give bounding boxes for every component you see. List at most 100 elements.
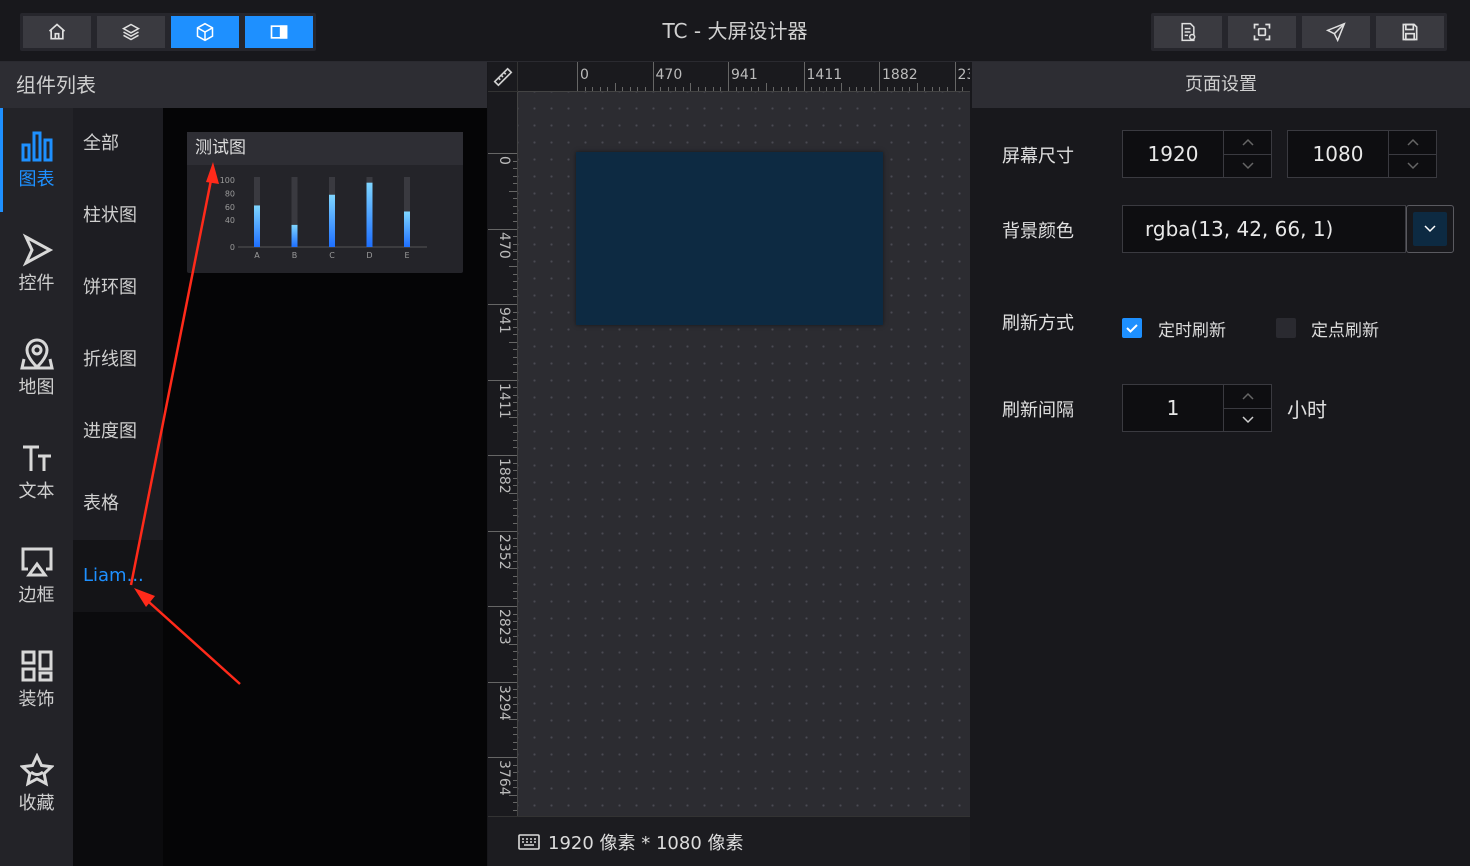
timed-refresh-checkbox[interactable] <box>1122 318 1142 338</box>
decrement-button[interactable] <box>1224 407 1271 432</box>
ruler-minor-tick <box>513 613 517 615</box>
ruler-minor-tick <box>750 87 752 91</box>
component-card-test[interactable]: 测试图 100 80 60 40 0 A B C D E <box>187 132 463 273</box>
component-button[interactable] <box>171 16 239 48</box>
save-button[interactable] <box>1376 16 1444 48</box>
ruler-minor-tick <box>705 87 707 91</box>
ruler-minor-tick <box>788 87 790 91</box>
ruler-minor-tick <box>513 205 517 207</box>
ruler-minor-tick <box>894 87 896 91</box>
ruler-minor-tick <box>599 87 601 91</box>
status-bar: 1920 像素 * 1080 像素 <box>488 816 970 866</box>
category-chart[interactable]: 图表 <box>0 108 73 212</box>
ruler-minor-tick <box>946 87 948 91</box>
subcategory-table[interactable]: 表格 <box>73 468 163 540</box>
preview-y-tick-label: 40 <box>225 216 235 225</box>
publish-button[interactable] <box>1302 16 1370 48</box>
screen-preview[interactable] <box>576 152 883 325</box>
category-border[interactable]: 边框 <box>0 524 73 628</box>
ruler-minor-tick <box>513 590 517 592</box>
increment-button[interactable] <box>1389 131 1436 154</box>
ruler-minor-tick <box>513 198 517 200</box>
screen-height-input[interactable]: 1080 <box>1287 130 1437 178</box>
ruler-minor-tick <box>509 719 517 721</box>
category-control[interactable]: 控件 <box>0 212 73 316</box>
preview-bar <box>404 211 410 247</box>
ruler-minor-tick <box>513 741 517 743</box>
refresh-interval-input[interactable]: 1 <box>1122 384 1272 432</box>
ruler-minor-tick <box>513 258 517 260</box>
decrement-button[interactable] <box>1224 153 1271 178</box>
ruler-minor-tick <box>780 87 782 91</box>
ruler-minor-tick <box>513 651 517 653</box>
subcategory-line[interactable]: 折线图 <box>73 324 163 396</box>
ruler-minor-tick <box>513 636 517 638</box>
subcategory-progress[interactable]: 进度图 <box>73 396 163 468</box>
preview-x-tick-label: E <box>404 251 409 260</box>
color-picker-button[interactable] <box>1406 205 1454 253</box>
ruler-toggle[interactable] <box>488 62 518 92</box>
ruler-label: 23 <box>957 67 971 83</box>
ruler-minor-tick <box>513 371 517 373</box>
ruler-minor-tick <box>513 553 517 555</box>
ruler-minor-tick <box>513 447 517 449</box>
design-canvas[interactable] <box>518 92 970 816</box>
ruler-minor-tick <box>720 87 722 91</box>
subcategory-bar[interactable]: 柱状图 <box>73 180 163 252</box>
decrement-button[interactable] <box>1389 153 1436 178</box>
preview-bar <box>366 182 373 247</box>
preview-x-tick-label: B <box>292 251 298 260</box>
screenshot-icon <box>1253 23 1271 41</box>
point-refresh-checkbox[interactable] <box>1276 318 1296 338</box>
category-map[interactable]: 地图 <box>0 316 73 420</box>
ruler-minor-tick <box>690 83 692 91</box>
ruler-minor-tick <box>513 809 517 811</box>
ruler-label: 2823 <box>496 609 512 645</box>
ruler-minor-tick <box>513 507 517 509</box>
ruler-minor-tick <box>614 83 616 91</box>
screen-width-input[interactable]: 1920 <box>1122 130 1272 178</box>
category-label: 收藏 <box>18 793 55 814</box>
ruler-minor-tick <box>513 711 517 713</box>
ruler-minor-tick <box>513 522 517 524</box>
chevron-down-icon <box>1241 162 1254 169</box>
point-refresh-label[interactable]: 定点刷新 <box>1311 316 1379 341</box>
ruler-minor-tick <box>513 175 517 177</box>
preview-y-tick-label: 80 <box>225 189 235 198</box>
increment-button[interactable] <box>1224 385 1271 408</box>
ruler-major-tick <box>488 304 517 305</box>
increment-button[interactable] <box>1224 131 1271 154</box>
background-color-input[interactable]: rgba(13, 42, 66, 1) <box>1122 205 1406 253</box>
panel-toggle-button[interactable] <box>245 16 313 48</box>
document-button[interactable] <box>1154 16 1222 48</box>
screenshot-button[interactable] <box>1228 16 1296 48</box>
ruler-minor-tick <box>607 87 609 91</box>
subcategory-list: 全部 柱状图 饼环图 折线图 进度图 表格 Liam... <box>73 108 163 866</box>
home-button[interactable] <box>23 16 91 48</box>
ruler-minor-tick <box>509 190 517 192</box>
ruler-minor-tick <box>513 296 517 298</box>
ruler-minor-tick <box>513 326 517 328</box>
category-decoration[interactable]: 装饰 <box>0 628 73 732</box>
component-card-title: 测试图 <box>187 132 463 165</box>
ruler-minor-tick <box>712 87 714 91</box>
chevron-up-icon <box>1406 139 1419 146</box>
grid-icon <box>21 650 52 682</box>
timed-refresh-label[interactable]: 定时刷新 <box>1158 316 1226 341</box>
ruler-minor-tick <box>592 87 594 91</box>
ruler-label: 3294 <box>496 684 512 721</box>
layers-button[interactable] <box>97 16 165 48</box>
ruler-minor-tick <box>513 213 517 215</box>
ruler-minor-tick <box>513 734 517 736</box>
ruler-major-tick <box>488 153 517 154</box>
ruler-label: 0 <box>580 67 589 83</box>
ruler-minor-tick <box>856 87 858 91</box>
subcategory-liam[interactable]: Liam... <box>73 540 163 612</box>
chevron-down-icon <box>1406 162 1419 169</box>
ruler-minor-tick <box>513 477 517 479</box>
category-text[interactable]: 文本 <box>0 420 73 524</box>
subcategory-pie[interactable]: 饼环图 <box>73 252 163 324</box>
subcategory-all[interactable]: 全部 <box>73 108 163 180</box>
category-favorites[interactable]: 收藏 <box>0 732 73 836</box>
keyboard-icon <box>518 833 540 850</box>
